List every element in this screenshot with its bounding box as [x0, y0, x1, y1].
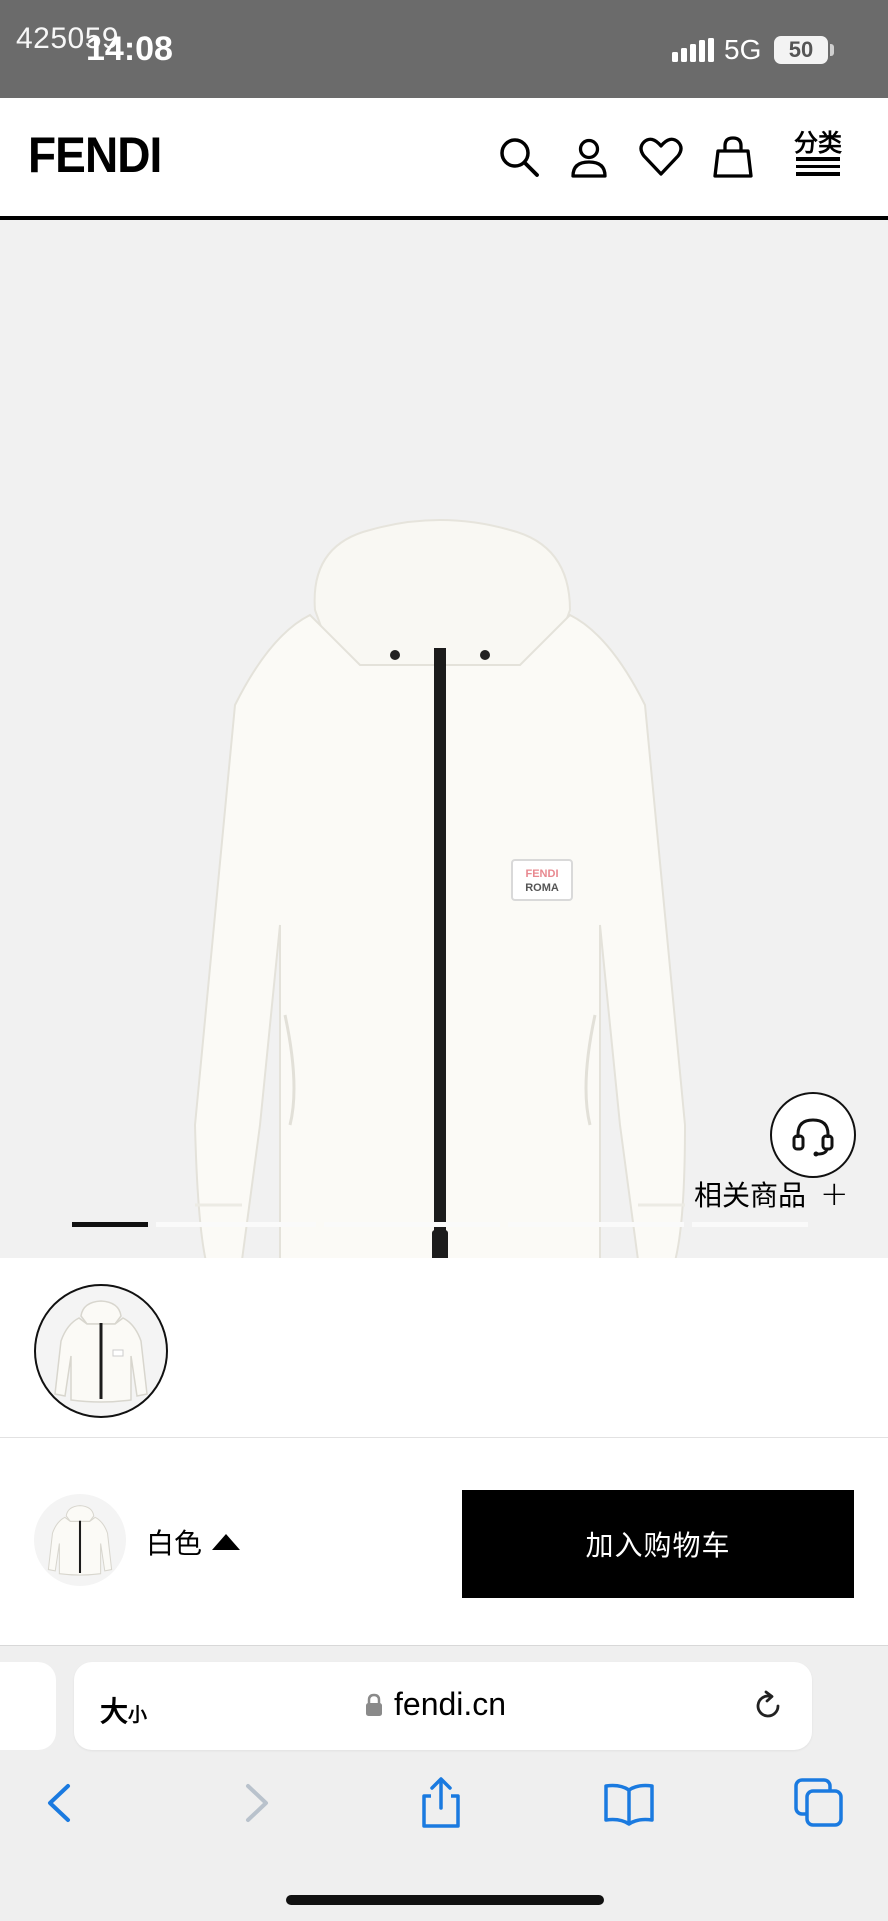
- patch-city-text: ROMA: [525, 882, 559, 894]
- bag-icon[interactable]: [710, 134, 756, 180]
- signal-icon: [672, 38, 714, 62]
- add-to-cart-button[interactable]: 加入购物车: [462, 1490, 854, 1598]
- product-image-jacket: FENDI ROMA: [193, 519, 687, 1286]
- color-label: 白色: [146, 1527, 203, 1560]
- related-products-toggle[interactable]: 相关商品 +: [694, 1174, 849, 1214]
- thumbnail-jacket-front[interactable]: [34, 1284, 168, 1418]
- url-text: fendi.cn: [394, 1686, 507, 1722]
- carousel-dot-5[interactable]: [692, 1222, 808, 1227]
- share-button[interactable]: [414, 1776, 468, 1830]
- share-icon: [422, 1777, 460, 1828]
- watermark-id: 425059: [16, 22, 120, 55]
- carousel-dot-1[interactable]: [72, 1222, 148, 1227]
- previous-tab-peek[interactable]: [0, 1662, 56, 1750]
- text-size-button[interactable]: 大小: [100, 1690, 147, 1730]
- patch-brand-text: FENDI: [526, 868, 559, 880]
- browser-toolbar: 大小 fendi.cn: [0, 1646, 888, 1921]
- battery-level: 50: [774, 36, 828, 64]
- category-menu-button[interactable]: 分类: [790, 130, 846, 186]
- plus-icon: +: [820, 1174, 849, 1214]
- category-menu-label: 分类: [794, 129, 842, 157]
- book-icon: [604, 1783, 654, 1826]
- account-icon[interactable]: [566, 134, 612, 180]
- back-button[interactable]: [34, 1776, 88, 1830]
- chevron-right-icon: [246, 1784, 268, 1822]
- address-bar[interactable]: 大小 fendi.cn: [74, 1662, 812, 1750]
- carousel-indicator: [72, 1222, 808, 1228]
- chevron-left-icon: [48, 1784, 70, 1822]
- home-indicator[interactable]: [286, 1895, 604, 1905]
- related-products-label: 相关商品: [694, 1179, 807, 1212]
- caret-up-icon: [212, 1534, 241, 1550]
- brand-logo[interactable]: FENDI: [28, 126, 162, 184]
- network-type: 5G: [724, 34, 762, 65]
- heart-icon[interactable]: [638, 134, 684, 180]
- text-size-big: 大: [100, 1695, 129, 1728]
- site-header: FENDI 分类: [0, 98, 888, 218]
- carousel-dot-2[interactable]: [156, 1222, 316, 1227]
- product-image-carousel[interactable]: FENDI ROMA 相关商品 +: [0, 220, 888, 1286]
- battery-tip: [830, 44, 834, 56]
- forward-button[interactable]: [228, 1776, 282, 1830]
- text-size-small: 小: [128, 1704, 148, 1726]
- customer-service-button[interactable]: [770, 1092, 856, 1178]
- color-swatch-image: [47, 1505, 113, 1576]
- tabs-icon: [794, 1778, 843, 1827]
- reload-icon[interactable]: [750, 1688, 786, 1724]
- carousel-dot-3[interactable]: [324, 1222, 500, 1227]
- color-selector[interactable]: 白色: [146, 1522, 241, 1562]
- tabs-button[interactable]: [792, 1776, 846, 1830]
- headset-icon: [792, 1118, 834, 1157]
- carousel-dot-4[interactable]: [508, 1222, 684, 1227]
- bookmarks-button[interactable]: [602, 1776, 656, 1830]
- thumbnail-strip: [0, 1258, 888, 1438]
- purchase-bar: 白色 加入购物车: [0, 1438, 888, 1646]
- status-bar: 14:08 425059 5G 50: [0, 0, 888, 98]
- menu-lines-icon: [796, 157, 840, 176]
- search-icon[interactable]: [496, 134, 542, 180]
- url-display[interactable]: fendi.cn: [364, 1686, 506, 1723]
- thumbnail-jacket-image: [54, 1300, 148, 1403]
- color-swatch[interactable]: [34, 1494, 126, 1586]
- lock-icon: [366, 1693, 382, 1716]
